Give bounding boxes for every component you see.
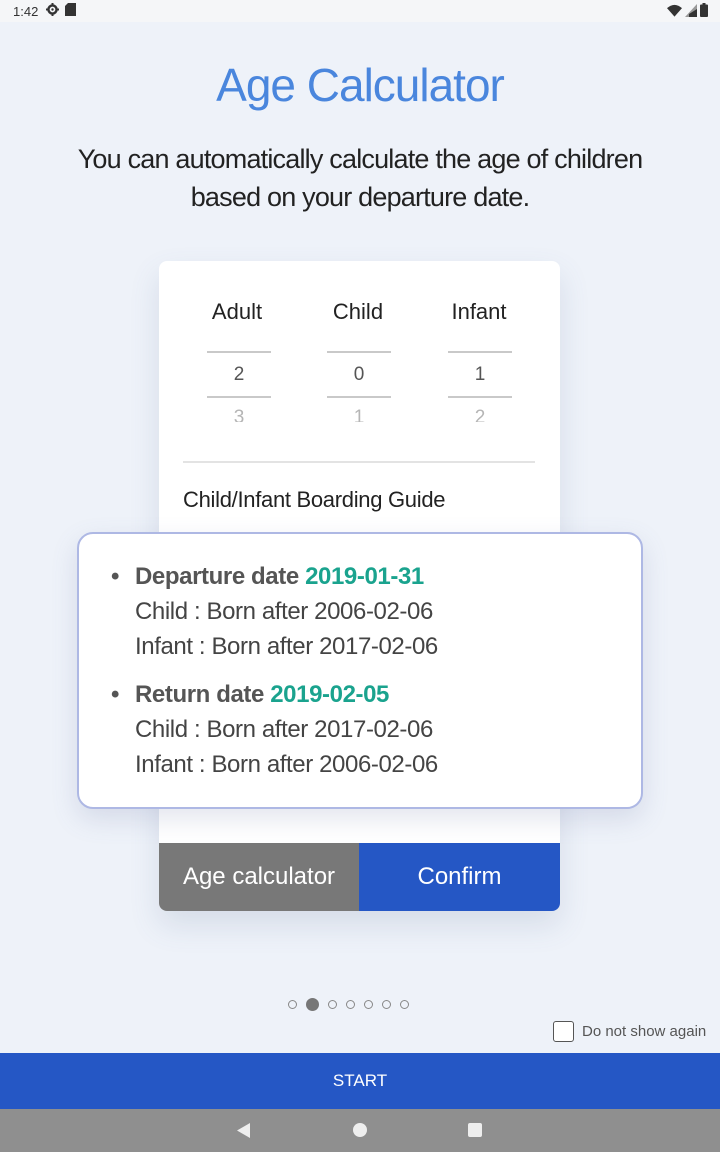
departure-infant-rule: Infant : Born after 2017-02-06	[135, 633, 438, 660]
sd-card-icon	[65, 3, 76, 16]
system-nav-bar	[0, 1109, 720, 1152]
infant-value[interactable]: 1	[448, 364, 512, 386]
status-time: 1:42	[13, 4, 39, 19]
departure-heading: Departure date	[135, 563, 299, 590]
return-infant-rule: Infant : Born after 2006-02-06	[135, 751, 438, 778]
adult-next-value[interactable]: 3	[207, 407, 271, 422]
child-next-value[interactable]: 1	[327, 407, 391, 422]
adult-value[interactable]: 2	[207, 364, 271, 386]
do-not-show-again[interactable]: Do not show again	[553, 1021, 706, 1042]
child-label: Child	[332, 299, 384, 324]
card-button-row: Age calculator Confirm	[159, 843, 560, 911]
wifi-icon	[667, 4, 682, 17]
adult-label: Adult	[211, 299, 263, 324]
return-child-rule: Child : Born after 2017-02-06	[135, 716, 433, 743]
boarding-guide-label: Child/Infant Boarding Guide	[183, 487, 446, 512]
do-not-show-label: Do not show again	[582, 1023, 707, 1040]
adult-picker[interactable]: 2 3	[207, 351, 271, 431]
battery-icon	[700, 3, 708, 17]
departure-child-rule: Child : Born after 2006-02-06	[135, 598, 433, 625]
boarding-guide-popup: • Departure date 2019-01-31 Child : Born …	[77, 532, 643, 809]
back-icon[interactable]	[237, 1123, 250, 1138]
recent-apps-icon[interactable]	[468, 1123, 482, 1137]
infant-label: Infant	[451, 299, 507, 324]
return-heading: Return date	[135, 681, 264, 708]
page-indicator	[288, 998, 409, 1011]
page-dot[interactable]	[382, 1000, 391, 1009]
picker-divider	[207, 351, 271, 353]
return-block: • Return date 2019-02-05 Child : Born aft…	[111, 677, 438, 782]
card-divider	[183, 461, 535, 463]
page-dot[interactable]	[346, 1000, 355, 1009]
page-dot[interactable]	[400, 1000, 409, 1009]
picker-divider	[448, 351, 512, 353]
subtitle-line-2: based on your departure date.	[190, 182, 530, 212]
page-title: Age Calculator	[216, 59, 505, 111]
return-heading-line: • Return date 2019-02-05	[111, 677, 438, 712]
cell-signal-icon	[685, 3, 697, 17]
settings-gear-icon	[46, 3, 59, 16]
status-bar: 1:42	[0, 0, 720, 22]
infant-picker[interactable]: 1 2	[448, 351, 512, 431]
page-dot-active[interactable]	[306, 998, 319, 1011]
bullet: •	[111, 681, 120, 708]
picker-divider	[448, 396, 512, 398]
picker-divider	[327, 396, 391, 398]
departure-heading-line: • Departure date 2019-01-31	[111, 559, 438, 594]
bullet: •	[111, 563, 120, 590]
confirm-button[interactable]: Confirm	[359, 843, 560, 911]
age-calculator-button[interactable]: Age calculator	[159, 843, 359, 911]
infant-next-value[interactable]: 2	[448, 407, 512, 422]
home-icon[interactable]	[353, 1123, 367, 1137]
return-date: 2019-02-05	[270, 681, 390, 708]
picker-divider	[207, 396, 271, 398]
start-button[interactable]: START	[0, 1053, 720, 1109]
child-picker[interactable]: 0 1	[327, 351, 391, 431]
picker-divider	[327, 351, 391, 353]
departure-block: • Departure date 2019-01-31 Child : Born …	[111, 559, 438, 664]
page-subtitle: You can automatically calculate the age …	[40, 140, 680, 216]
departure-date: 2019-01-31	[305, 563, 424, 590]
subtitle-line-1: You can automatically calculate the age …	[77, 144, 643, 174]
do-not-show-checkbox[interactable]	[553, 1021, 574, 1042]
page-dot[interactable]	[288, 1000, 297, 1009]
page-dot[interactable]	[328, 1000, 337, 1009]
child-value[interactable]: 0	[327, 364, 391, 386]
page-dot[interactable]	[364, 1000, 373, 1009]
